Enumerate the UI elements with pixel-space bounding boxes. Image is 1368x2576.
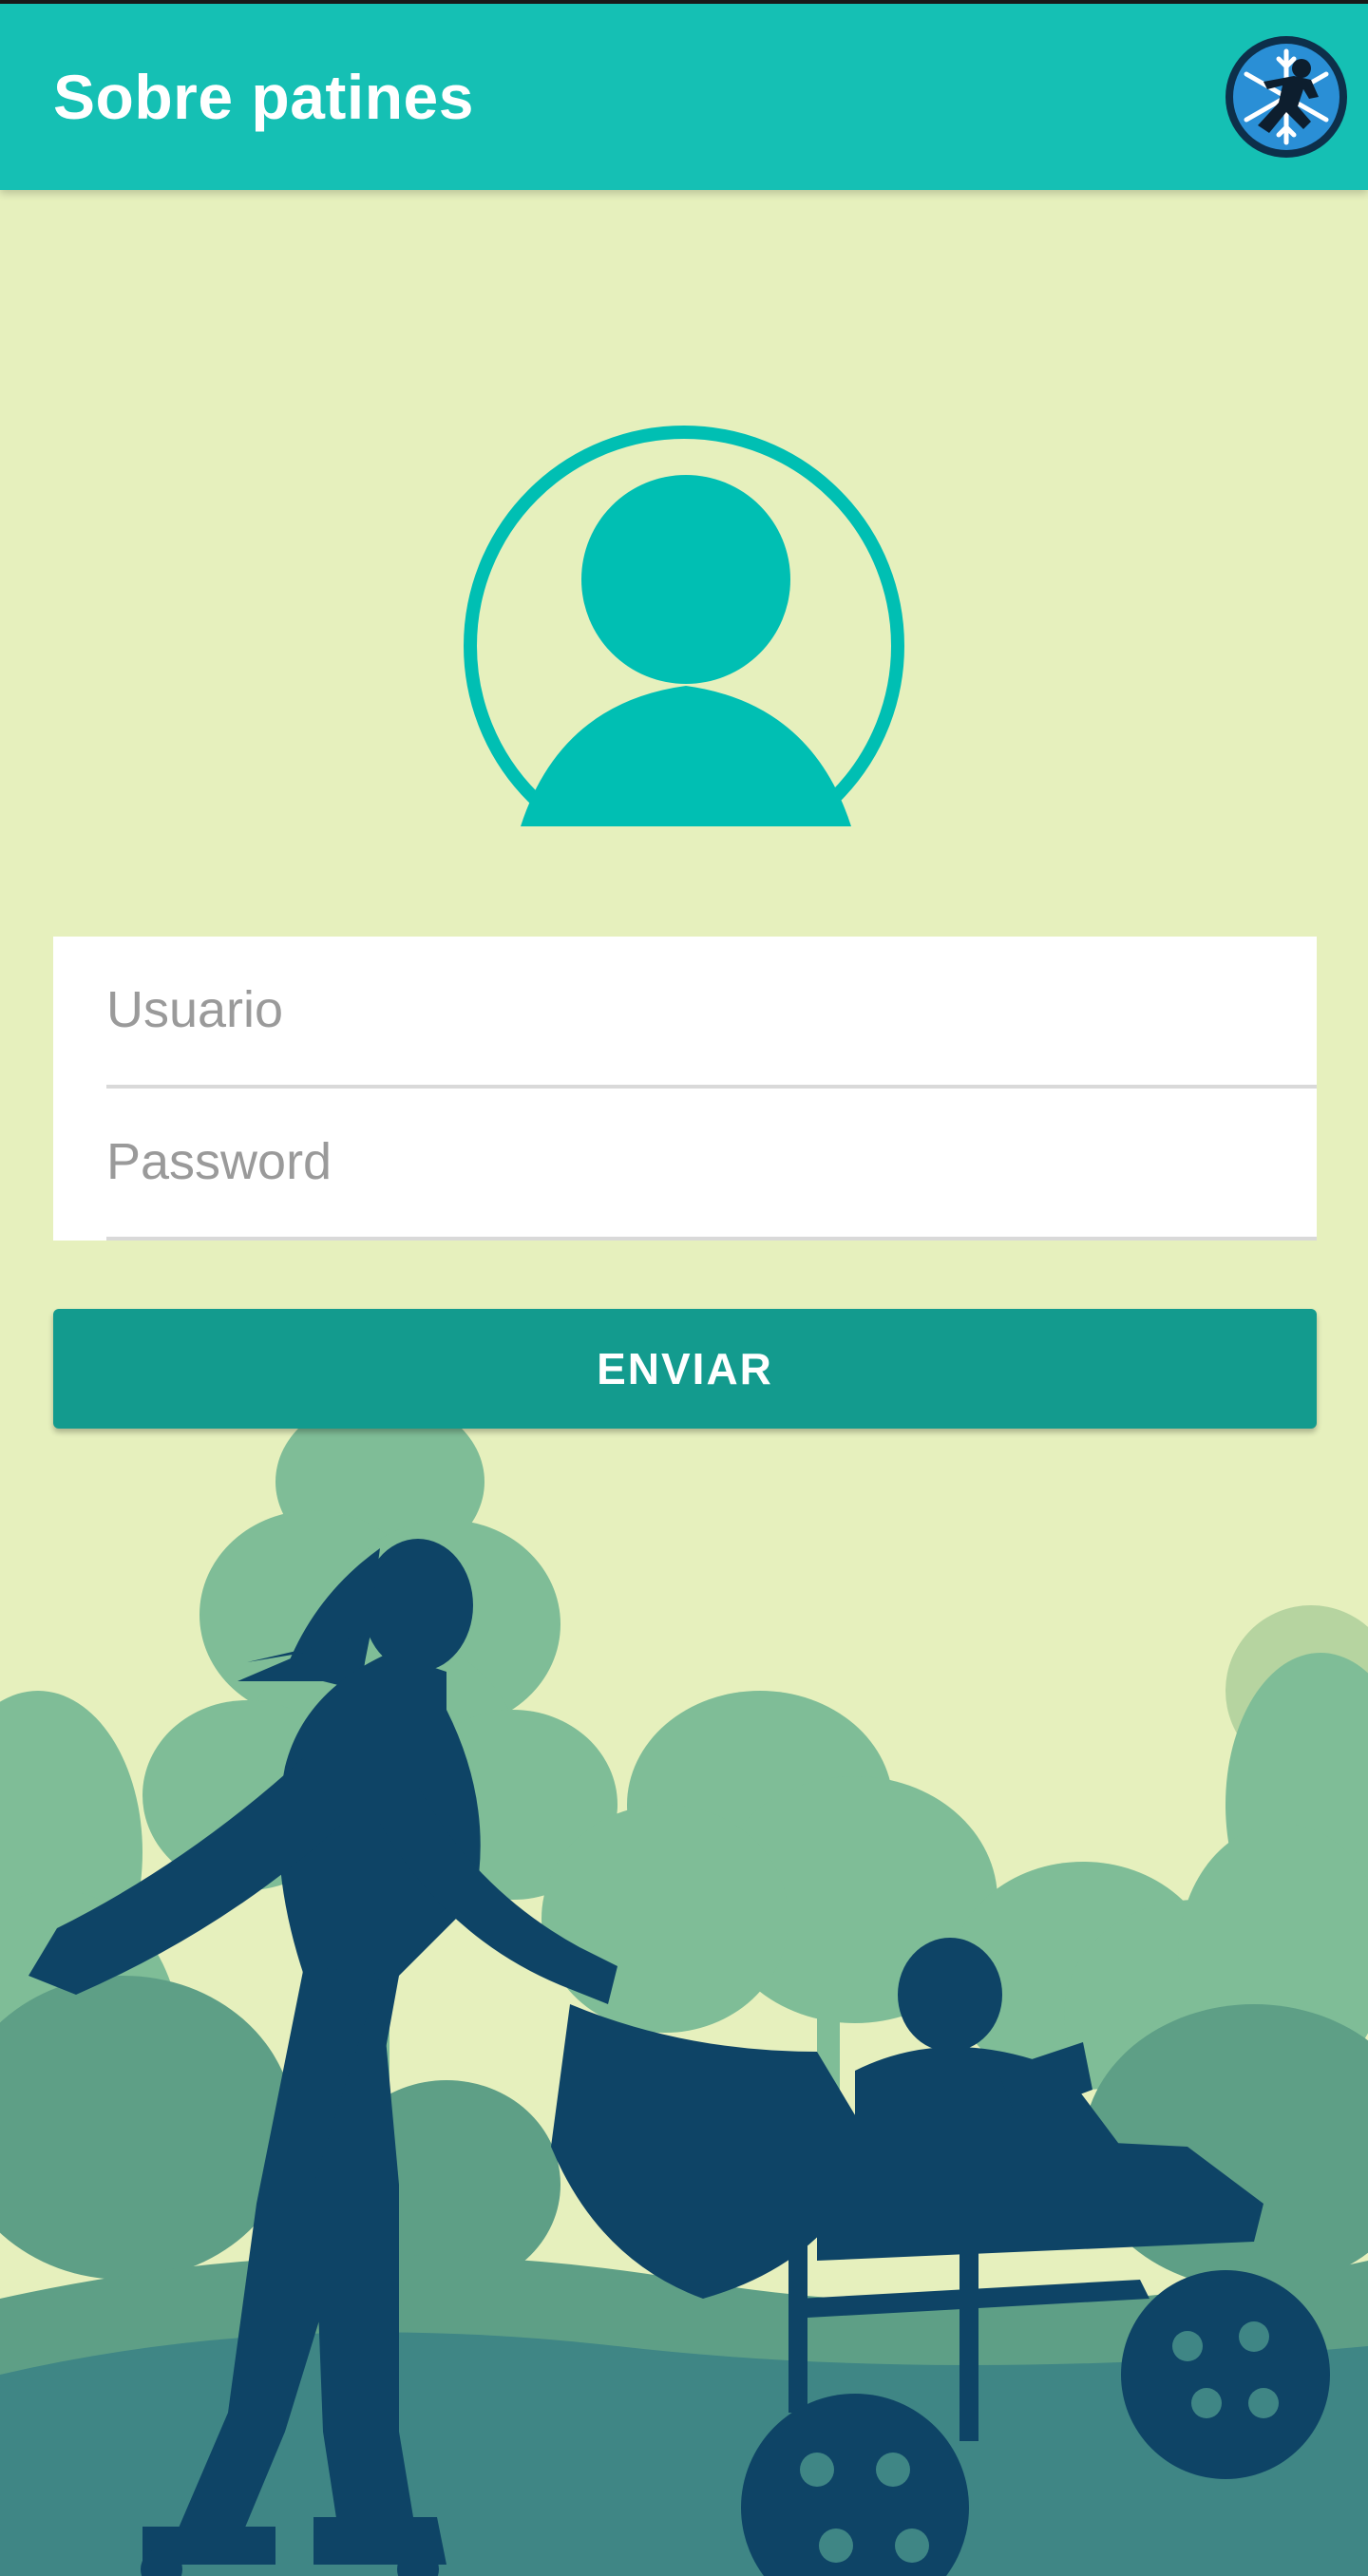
password-field [106, 1089, 1317, 1241]
username-field [106, 937, 1317, 1089]
login-form [53, 937, 1317, 1241]
app-bar: Sobre patines [0, 4, 1368, 190]
password-underline [106, 1237, 1317, 1241]
skater-snowflake-logo-icon[interactable] [1220, 30, 1353, 163]
submit-button[interactable]: ENVIAR [53, 1309, 1317, 1429]
username-input[interactable] [106, 937, 1317, 1083]
password-input[interactable] [106, 1089, 1317, 1235]
user-avatar-icon [464, 426, 904, 826]
app-title: Sobre patines [53, 62, 474, 132]
park-skater-silhouette-illustration [0, 1311, 1368, 2576]
